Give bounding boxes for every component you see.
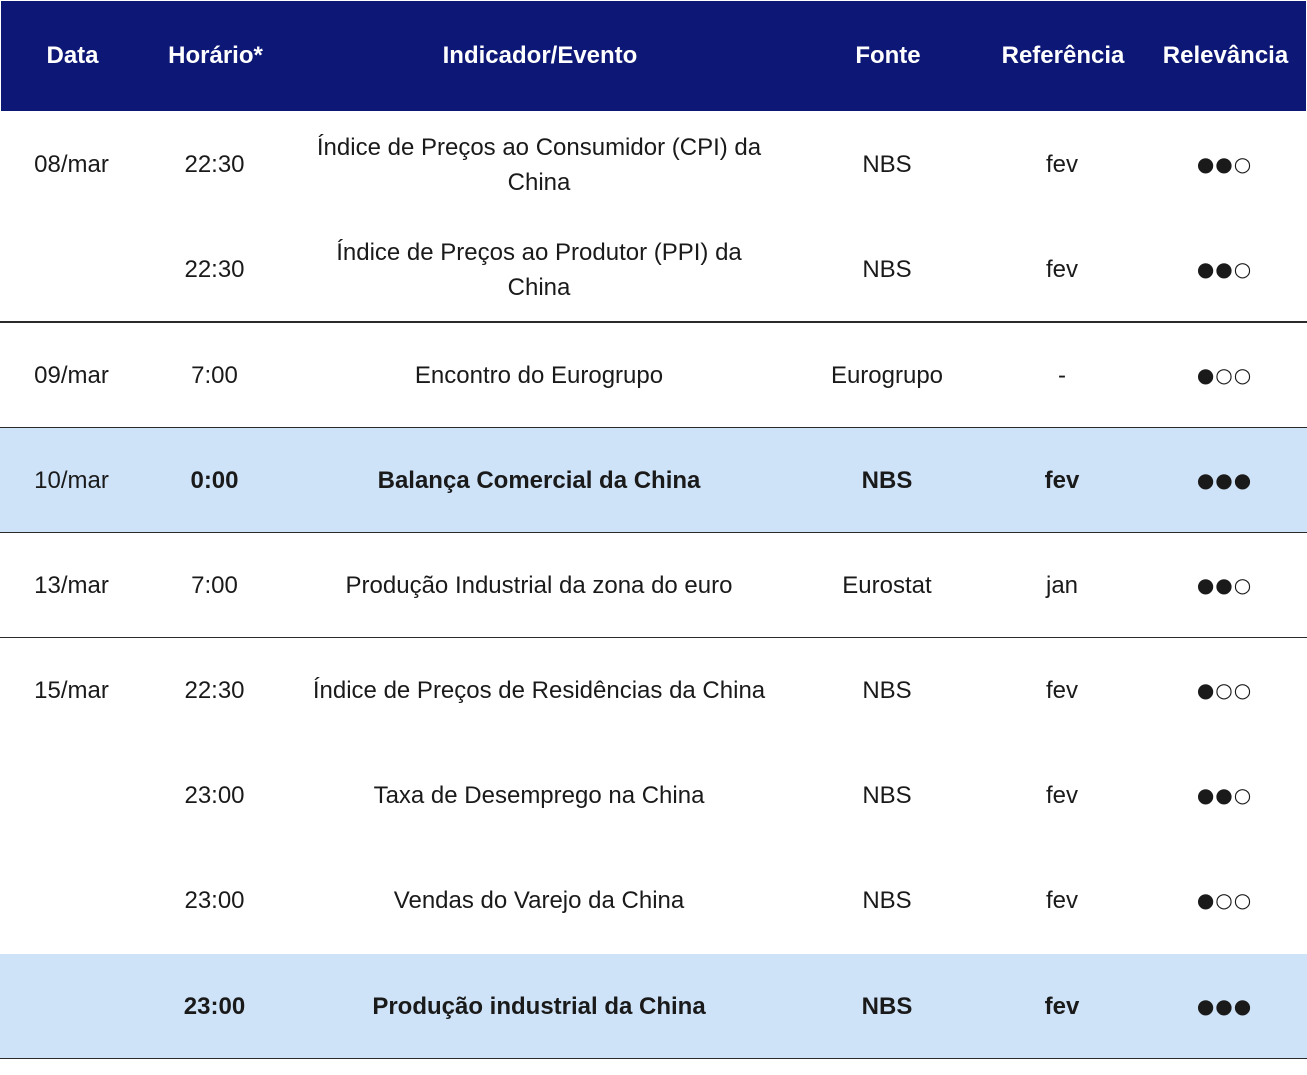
header-referencia: Referência	[1001, 42, 1125, 69]
cell-data: 08/mar	[34, 151, 109, 178]
table-header: Data Horário* Indicador/Evento Fonte Ref…	[1, 1, 1306, 111]
cell-indicador: Balança Comercial da China	[377, 467, 701, 494]
cell-horario: 0:00	[190, 467, 239, 494]
cell-fonte: NBS	[862, 782, 912, 809]
cell-referencia: fev	[1045, 677, 1078, 704]
cell-data: 15/mar	[34, 677, 109, 704]
cell-horario: 22:30	[184, 256, 245, 283]
cell-fonte: NBS	[861, 993, 913, 1020]
table-row: 09/mar 7:00 Encontro do Eurogrupo Eurogr…	[0, 323, 1307, 428]
cell-horario: 22:30	[184, 151, 245, 178]
cell-horario: 7:00	[191, 362, 238, 389]
relevance-dots-icon: ●●○	[1196, 783, 1253, 807]
cell-indicador: Índice de Preços de Residências da China	[312, 677, 766, 704]
cell-horario: 23:00	[184, 887, 245, 914]
cell-referencia: jan	[1045, 572, 1079, 599]
cell-indicador: Taxa de Desemprego na China	[373, 782, 705, 809]
cell-referencia: fev	[1044, 993, 1080, 1020]
cell-referencia: fev	[1045, 782, 1078, 809]
cell-data: 10/mar	[34, 467, 109, 494]
cell-fonte: NBS	[862, 256, 912, 283]
cell-horario: 22:30	[184, 677, 245, 704]
cell-indicador: Índice de Preços ao Consumidor (CPI) da …	[316, 133, 762, 196]
cell-fonte: Eurogrupo	[830, 362, 944, 389]
cell-horario: 7:00	[191, 572, 238, 599]
table-row: 23:00 Vendas do Varejo da China NBS fev …	[0, 848, 1307, 953]
cell-fonte: NBS	[862, 151, 912, 178]
cell-indicador: Produção Industrial da zona do euro	[345, 572, 733, 599]
header-fonte: Fonte	[855, 42, 921, 69]
cell-data	[0, 954, 143, 1059]
relevance-dots-icon: ●○○	[1196, 678, 1253, 702]
cell-fonte: Eurostat	[842, 572, 932, 599]
cell-data	[0, 743, 143, 848]
table-row: 13/mar 7:00 Produção Industrial da zona …	[0, 533, 1307, 638]
cell-data	[0, 848, 143, 953]
relevance-dots-icon: ●●○	[1196, 152, 1253, 176]
cell-horario: 23:00	[183, 993, 246, 1020]
header-indicador: Indicador/Evento	[442, 42, 638, 69]
relevance-dots-icon: ●●○	[1196, 573, 1253, 597]
cell-referencia: fev	[1045, 887, 1078, 914]
cell-fonte: NBS	[862, 887, 912, 914]
relevance-dots-icon: ●○○	[1196, 363, 1253, 387]
cell-fonte: NBS	[861, 467, 913, 494]
cell-indicador: Produção industrial da China	[372, 993, 706, 1020]
table-row: 23:00 Taxa de Desemprego na China NBS fe…	[0, 743, 1307, 848]
table-row: 23:00 Produção industrial da China NBS f…	[0, 954, 1307, 1059]
cell-horario: 23:00	[184, 782, 245, 809]
cell-indicador: Encontro do Eurogrupo	[414, 362, 664, 389]
row-divider	[0, 1058, 1307, 1059]
header-horario: Horário*	[168, 42, 263, 69]
cell-referencia: -	[1058, 362, 1066, 389]
cell-referencia: fev	[1044, 467, 1080, 494]
relevance-dots-icon: ●●○	[1196, 257, 1253, 281]
relevance-dots-icon: ●○○	[1196, 888, 1253, 912]
relevance-dots-icon: ●●●	[1196, 994, 1253, 1018]
cell-data: 13/mar	[34, 572, 109, 599]
table-row: 22:30 Índice de Preços ao Produtor (PPI)…	[0, 217, 1307, 322]
cell-data: 09/mar	[34, 362, 109, 389]
cell-fonte: NBS	[862, 677, 912, 704]
table-row: 15/mar 22:30 Índice de Preços de Residên…	[0, 638, 1307, 743]
header-relevancia: Relevância	[1162, 42, 1289, 69]
header-data: Data	[46, 42, 99, 69]
table-row: 10/mar 0:00 Balança Comercial da China N…	[0, 428, 1307, 533]
cell-data	[0, 217, 143, 322]
cell-referencia: fev	[1045, 256, 1078, 283]
table-row: 08/mar 22:30 Índice de Preços ao Consumi…	[0, 112, 1307, 217]
cell-indicador: Vendas do Varejo da China	[393, 887, 685, 914]
relevance-dots-icon: ●●●	[1196, 468, 1253, 492]
cell-referencia: fev	[1045, 151, 1078, 178]
cell-indicador: Índice de Preços ao Produtor (PPI) da Ch…	[336, 238, 742, 301]
